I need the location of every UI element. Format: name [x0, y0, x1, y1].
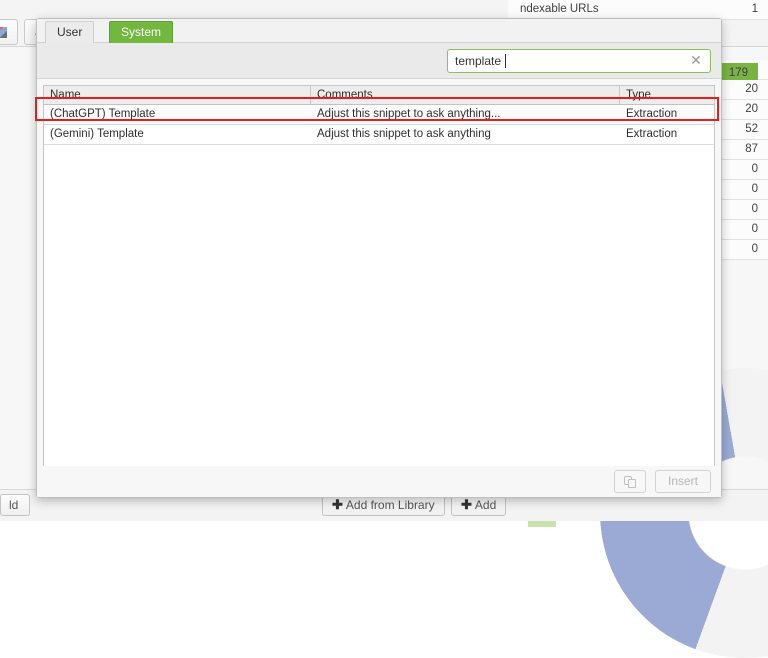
snippet-table: Name Comments Type (ChatGPT) Template Ad…	[43, 85, 715, 467]
clear-search-icon[interactable]: ✕	[688, 53, 704, 69]
table-row[interactable]: ndexable URLs 1	[508, 0, 768, 20]
cell-name: (Gemini) Template	[50, 128, 144, 140]
field-button[interactable]: ld	[0, 494, 30, 516]
table-header-row: Name Comments Type	[44, 86, 714, 105]
add-label: Add	[474, 498, 497, 512]
search-field[interactable]: ✕	[447, 49, 711, 73]
cell-type: Extraction	[626, 128, 678, 140]
row-value: 0	[751, 223, 758, 235]
plus-icon: ✚	[461, 497, 472, 512]
row-value: 0	[751, 203, 758, 215]
cell-type: Extraction	[626, 108, 678, 120]
row-label: ndexable URLs	[520, 3, 599, 15]
search-input[interactable]	[455, 50, 675, 72]
column-header-type[interactable]: Type	[620, 86, 714, 104]
tab-user[interactable]: User	[45, 21, 95, 43]
cell-comments: Adjust this snippet to ask anything...	[317, 108, 501, 120]
row-value: 87	[745, 143, 758, 155]
text-cursor	[505, 54, 506, 68]
popover-footer: Insert	[37, 466, 721, 497]
table-row[interactable]: (ChatGPT) Template Adjust this snippet t…	[44, 105, 714, 125]
column-header-comments[interactable]: Comments	[311, 86, 620, 104]
color-swatch-tool-button[interactable]	[0, 19, 18, 45]
plus-icon: ✚	[332, 497, 343, 512]
row-value: 20	[745, 103, 758, 115]
add-from-library-label: Add from Library	[345, 498, 435, 512]
row-value: 1	[751, 3, 758, 15]
tab-strip: User System	[37, 19, 721, 43]
color-swatch-icon	[0, 27, 7, 38]
cell-comments: Adjust this snippet to ask anything	[317, 128, 491, 140]
duplicate-button[interactable]	[614, 470, 646, 493]
row-value: 0	[751, 243, 758, 255]
column-header-name[interactable]: Name	[44, 86, 311, 104]
tab-system[interactable]: System	[109, 21, 174, 43]
row-value: 0	[751, 163, 758, 175]
row-value: 52	[745, 123, 758, 135]
table-row[interactable]: (Gemini) Template Adjust this snippet to…	[44, 125, 714, 145]
snippet-library-popover: User System ✕ Name Comments Type (ChatGP…	[36, 18, 722, 498]
cell-name: (ChatGPT) Template	[50, 108, 156, 120]
row-value: 0	[751, 183, 758, 195]
insert-button[interactable]: Insert	[655, 470, 711, 493]
copy-icon	[624, 476, 637, 488]
row-value: 20	[745, 83, 758, 95]
search-toolbar: ✕	[37, 43, 721, 79]
